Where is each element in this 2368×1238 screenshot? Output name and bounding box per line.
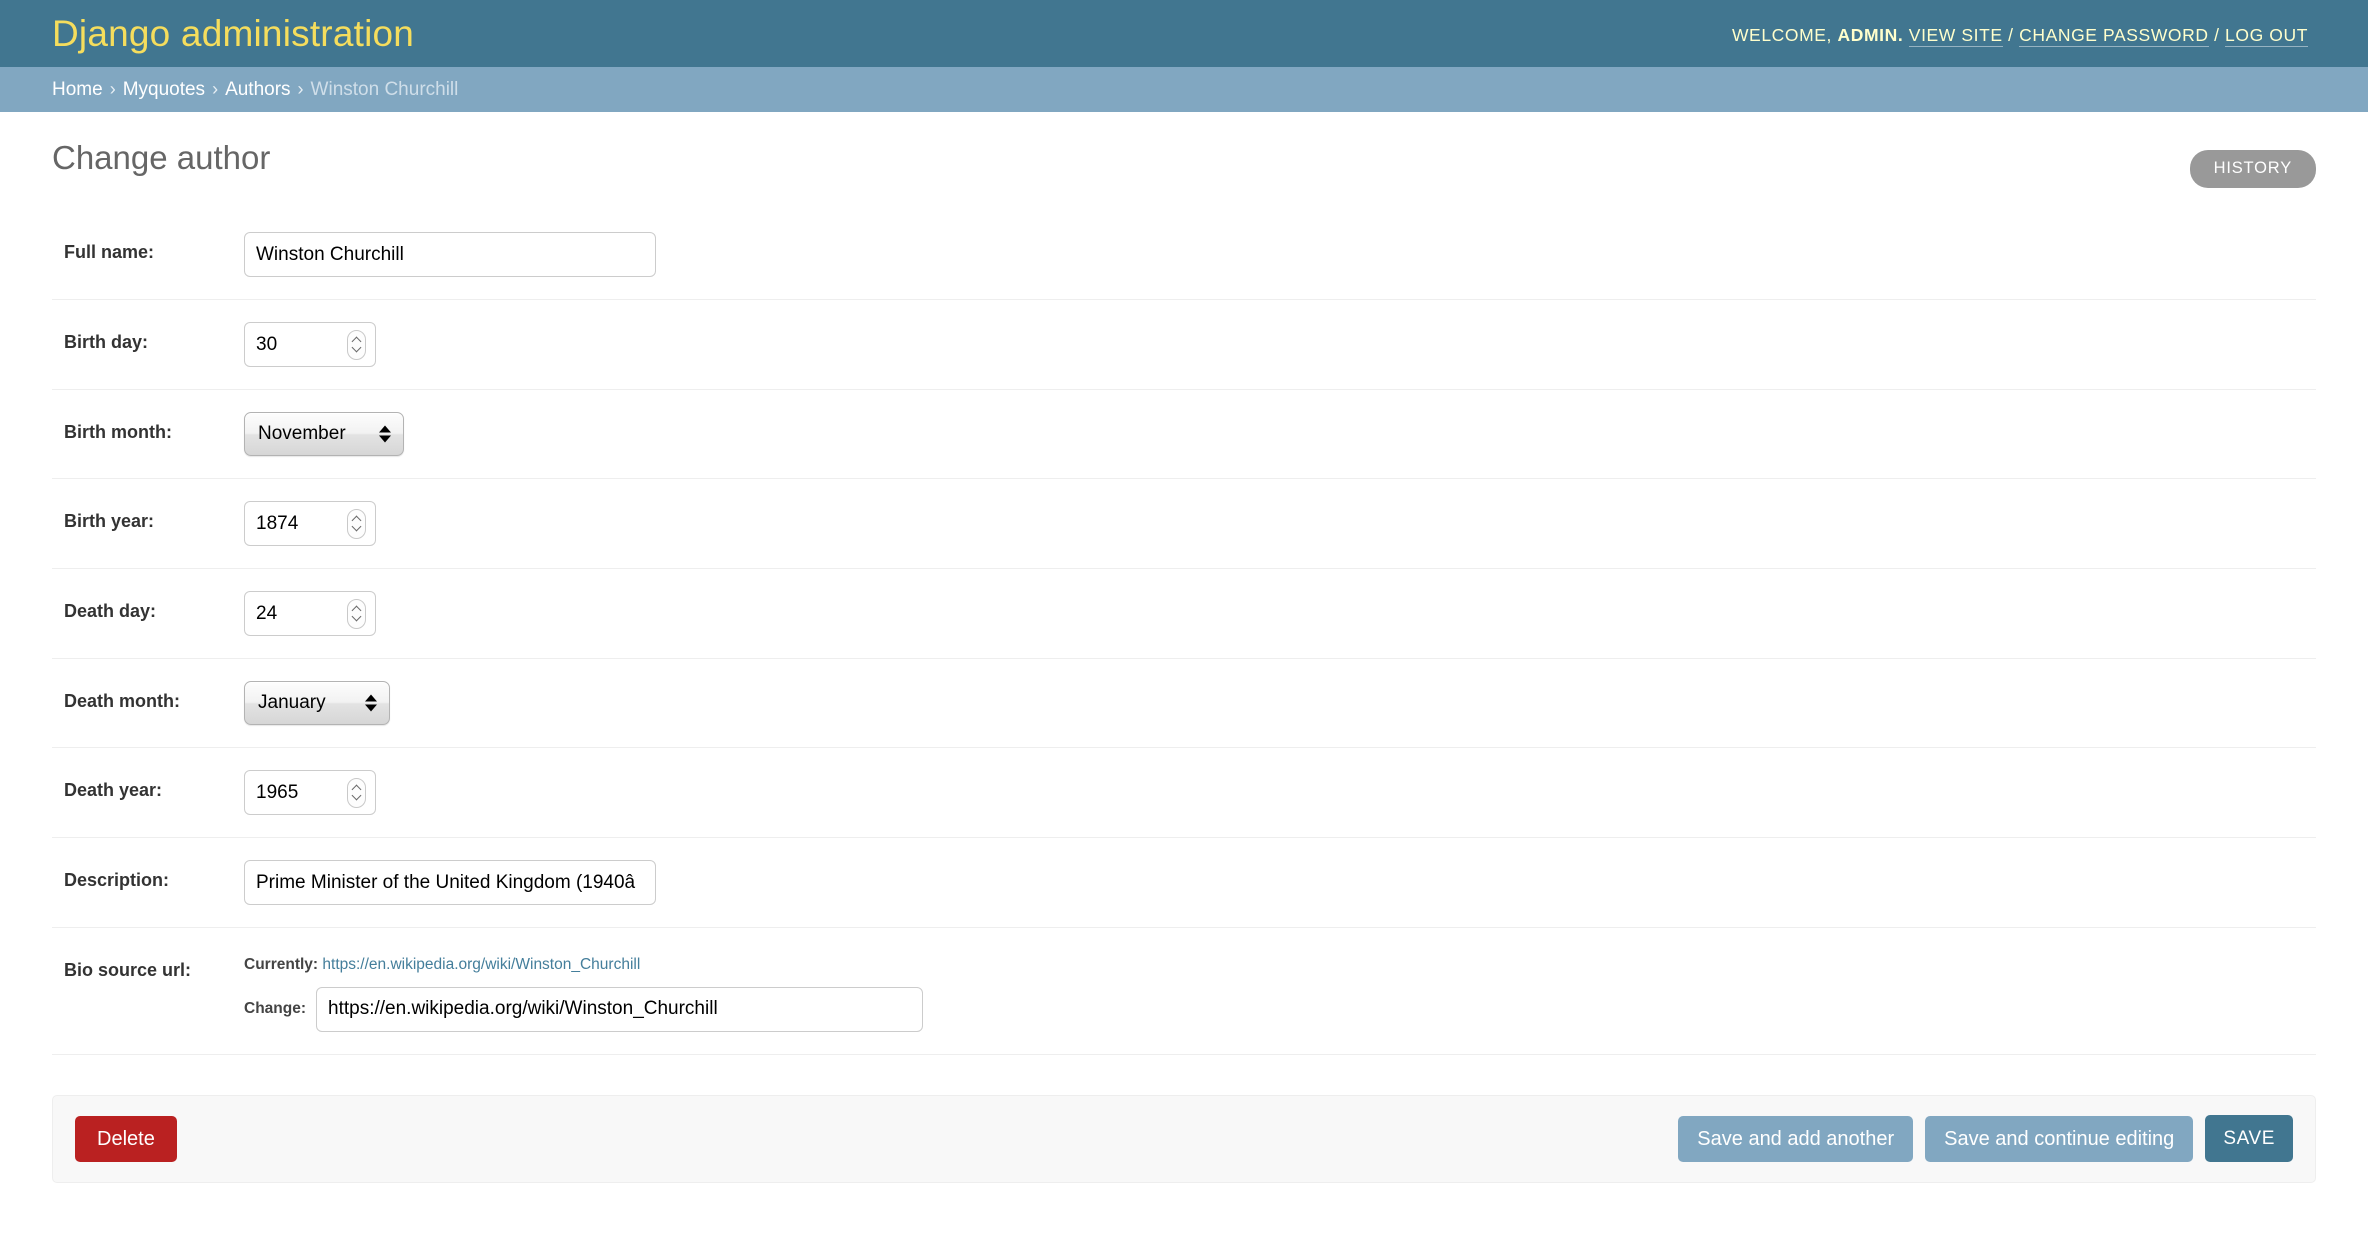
field-box-bio-source-url: Currently: https://en.wikipedia.org/wiki… — [244, 950, 2316, 1032]
description-input[interactable] — [244, 860, 656, 906]
user-tools-separator-1: / — [2008, 25, 2014, 45]
submit-row-actions: Save and add another Save and continue e… — [1678, 1115, 2293, 1163]
save-and-continue-editing-button[interactable]: Save and continue editing — [1925, 1115, 2194, 1162]
chevron-down-icon[interactable] — [352, 794, 361, 799]
field-box-death-day — [244, 591, 2316, 637]
chevron-down-icon[interactable] — [352, 525, 361, 530]
full-name-input[interactable] — [244, 232, 656, 278]
welcome-text: WELCOME, — [1731, 25, 1833, 45]
breadcrumb-separator: › — [297, 79, 304, 99]
breadcrumb-item-current: Winston Churchill — [310, 78, 459, 100]
form-module: Full name: Birth day: — [52, 210, 2316, 1055]
spinner-icon[interactable] — [347, 329, 366, 360]
label-death-year: Death year: — [64, 780, 163, 801]
bio-source-url-input[interactable] — [316, 986, 923, 1032]
form-row-full-name: Full name: — [52, 210, 2316, 301]
death-year-stepper[interactable] — [244, 770, 376, 816]
history-button[interactable]: HISTORY — [2189, 150, 2316, 188]
content-main: HISTORY Change author Full name: Birth — [52, 139, 2316, 1183]
field-box-birth-day — [244, 322, 2316, 368]
breadcrumb-item-authors[interactable]: Authors — [225, 79, 290, 101]
log-out-link[interactable]: LOG OUT — [2225, 25, 2308, 47]
field-box-description — [244, 860, 2316, 906]
select-arrows-icon — [365, 694, 377, 712]
site-header: Django administration WELCOME, ADMIN. VI… — [0, 0, 2368, 67]
label-full-name: Full name: — [64, 242, 155, 263]
birth-year-stepper[interactable] — [244, 501, 376, 547]
change-author-form: Full name: Birth day: — [52, 210, 2316, 1183]
death-month-select[interactable]: January — [244, 681, 390, 726]
birth-month-selected-value: November — [258, 423, 346, 445]
user-tools-separator-2: / — [2214, 25, 2220, 45]
change-password-link[interactable]: CHANGE PASSWORD — [2019, 25, 2209, 47]
label-bio-source-url: Bio source url: — [64, 960, 192, 981]
form-row-death-year: Death year: — [52, 748, 2316, 839]
label-birth-month: Birth month: — [64, 422, 172, 443]
site-title: Django administration — [52, 13, 415, 54]
spinner-icon[interactable] — [347, 777, 366, 808]
spinner-icon[interactable] — [347, 508, 366, 539]
currently-label: Currently: — [244, 956, 319, 974]
form-row-description: Description: — [52, 838, 2316, 929]
object-tools-item: HISTORY — [2189, 150, 2316, 188]
select-arrows-icon — [379, 425, 391, 443]
admin-page: Django administration WELCOME, ADMIN. VI… — [0, 0, 2368, 1183]
form-row-death-month: Death month: January — [52, 659, 2316, 749]
spinner-icon[interactable] — [347, 598, 366, 629]
save-and-add-another-button[interactable]: Save and add another — [1678, 1115, 1914, 1162]
death-year-input[interactable] — [245, 772, 337, 814]
form-row-birth-year: Birth year: — [52, 479, 2316, 570]
field-box-birth-month: November — [244, 412, 2316, 457]
birth-month-select[interactable]: November — [244, 412, 404, 457]
death-day-input[interactable] — [245, 593, 337, 635]
triangle-up-icon — [379, 425, 391, 433]
breadcrumb-item-myquotes[interactable]: Myquotes — [123, 79, 205, 101]
field-box-death-year — [244, 770, 2316, 816]
label-birth-year: Birth year: — [64, 511, 155, 532]
delete-button[interactable]: Delete — [75, 1115, 177, 1162]
label-death-day: Death day: — [64, 601, 157, 622]
username-label: ADMIN. — [1837, 25, 1904, 45]
page-title: Change author — [52, 139, 271, 176]
bio-source-url-change-line: Change: — [244, 986, 2316, 1032]
birth-day-input[interactable] — [245, 324, 337, 366]
user-tools: WELCOME, ADMIN. VIEW SITE / CHANGE PASSW… — [1731, 21, 2308, 47]
triangle-up-icon — [365, 694, 377, 702]
change-label: Change: — [244, 1000, 306, 1018]
form-row-death-day: Death day: — [52, 569, 2316, 660]
submit-row: Delete Save and add another Save and con… — [52, 1094, 2316, 1183]
breadcrumb: Home › Myquotes › Authors › Winston Chur… — [0, 67, 2368, 112]
triangle-down-icon — [365, 704, 377, 712]
breadcrumb-item-home[interactable]: Home — [52, 79, 103, 101]
form-row-bio-source-url: Bio source url: Currently: https://en.wi… — [52, 928, 2316, 1055]
currently-url-link[interactable]: https://en.wikipedia.org/wiki/Winston_Ch… — [322, 956, 640, 973]
content-area: HISTORY Change author Full name: Birth — [0, 112, 2368, 1183]
branding: Django administration — [52, 15, 414, 52]
label-birth-day: Birth day: — [64, 332, 149, 353]
chevron-down-icon[interactable] — [352, 346, 361, 351]
birth-year-input[interactable] — [245, 503, 337, 545]
chevron-down-icon[interactable] — [352, 615, 361, 620]
label-death-month: Death month: — [64, 691, 180, 712]
death-month-selected-value: January — [258, 692, 326, 714]
triangle-down-icon — [379, 435, 391, 443]
breadcrumb-separator: › — [109, 79, 116, 99]
bio-source-url-currently: Currently: https://en.wikipedia.org/wiki… — [244, 956, 2316, 975]
death-day-stepper[interactable] — [244, 591, 376, 637]
field-box-full-name — [244, 232, 2316, 278]
object-tools: HISTORY — [2189, 150, 2316, 188]
form-row-birth-month: Birth month: November — [52, 390, 2316, 480]
birth-day-stepper[interactable] — [244, 322, 376, 368]
breadcrumb-separator: › — [212, 79, 219, 99]
form-row-birth-day: Birth day: — [52, 300, 2316, 391]
field-box-death-month: January — [244, 681, 2316, 726]
view-site-link[interactable]: VIEW SITE — [1908, 25, 2003, 47]
save-button[interactable]: SAVE — [2205, 1115, 2293, 1163]
label-description: Description: — [64, 870, 170, 891]
field-box-birth-year — [244, 501, 2316, 547]
